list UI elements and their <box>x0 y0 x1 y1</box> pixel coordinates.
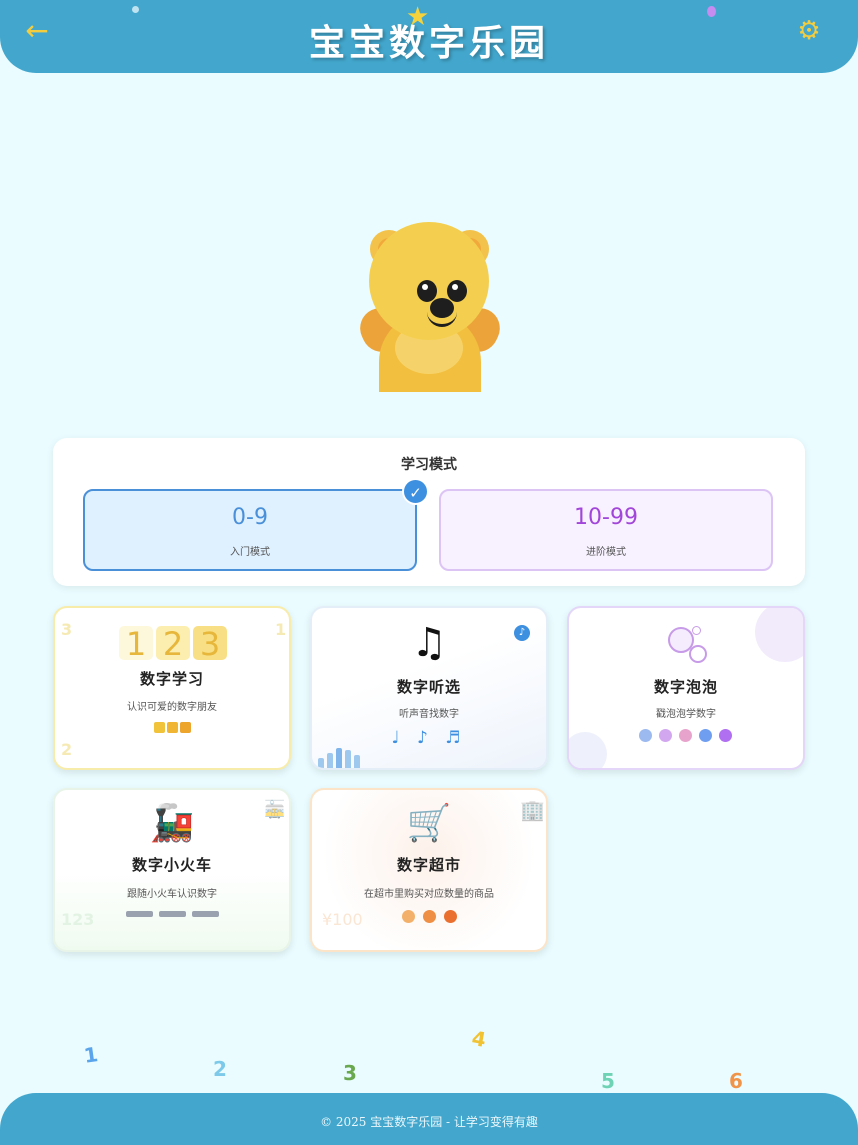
card-title: 数字超市 <box>396 856 461 874</box>
floating-number: 3 <box>343 1061 357 1085</box>
app-footer: © 2025 宝宝数字乐园 - 让学习变得有趣 <box>0 1093 858 1145</box>
sound-bar <box>336 748 342 768</box>
decor-square <box>154 722 165 733</box>
decor-square <box>167 722 178 733</box>
floating-number: 4 <box>470 1025 488 1053</box>
corner-number: 3 <box>61 620 73 639</box>
decor-dot <box>132 6 139 13</box>
corner-text: ¥100 <box>322 910 363 929</box>
app-header: ← 宝宝数字乐园 ★ ⚙ <box>0 0 858 73</box>
card-number-learning[interactable]: 3 1 2 1 2 3 数字学习 认识可爱的数字朋友 <box>53 606 291 770</box>
card-number-listen[interactable]: ♫ ♪ 数字听选 听声音找数字 ♩ ♪ ♬ <box>310 606 548 770</box>
shopping-cart-icon: 🛒 <box>406 803 452 844</box>
mode-range: 0-9 <box>232 505 268 530</box>
corner-text: 123 <box>61 910 95 929</box>
color-dot <box>719 729 732 742</box>
settings-button[interactable]: ⚙ <box>795 17 823 45</box>
mode-label: 进阶模式 <box>586 547 626 558</box>
card-title: 数字听选 <box>396 678 461 696</box>
floating-number: 1 <box>82 1042 100 1068</box>
floating-number: 6 <box>729 1069 743 1093</box>
tram-icon: 🚋 <box>264 800 286 820</box>
floating-number: 2 <box>213 1057 227 1081</box>
music-note-icon: ♫ <box>411 620 447 666</box>
number-tile: 2 <box>156 626 190 662</box>
bear-head <box>369 222 489 340</box>
price-dot <box>444 910 457 923</box>
number-tile: 1 <box>119 626 153 662</box>
building-icon: 🏢 <box>520 798 545 822</box>
card-desc: 跟随小火车认识数字 <box>127 889 217 900</box>
learning-mode-panel: 学习模式 0-9 入门模式 10-99 进阶模式 ✓ <box>53 438 805 586</box>
sound-bar <box>327 753 333 768</box>
mode-option-basic[interactable]: 0-9 入门模式 <box>83 489 417 571</box>
track-dash <box>192 911 219 917</box>
gear-icon: ⚙ <box>797 16 821 46</box>
mode-range: 10-99 <box>574 505 638 530</box>
card-desc: 认识可爱的数字朋友 <box>127 702 217 713</box>
decor-square <box>180 722 191 733</box>
card-title: 数字泡泡 <box>653 678 718 696</box>
price-dot <box>402 910 415 923</box>
sound-bar <box>318 758 324 768</box>
decor-circle <box>755 608 803 662</box>
card-number-bubbles[interactable]: 数字泡泡 戳泡泡学数字 <box>567 606 805 770</box>
mode-option-advanced[interactable]: 10-99 进阶模式 <box>439 489 773 571</box>
bear-eye <box>417 280 437 302</box>
mode-panel-title: 学习模式 <box>401 457 457 473</box>
number-tile: 3 <box>193 626 227 662</box>
footer-copyright: © 2025 宝宝数字乐园 - 让学习变得有趣 <box>320 1115 538 1129</box>
floating-number: 5 <box>601 1069 615 1093</box>
card-desc: 听声音找数字 <box>399 709 459 720</box>
bubble-icon <box>692 626 701 635</box>
color-dot <box>699 729 712 742</box>
card-title: 数字学习 <box>139 670 204 688</box>
color-dot <box>639 729 652 742</box>
card-title: 数字小火车 <box>131 856 212 874</box>
track-dash <box>126 911 153 917</box>
price-dot <box>423 910 436 923</box>
bubble-icon <box>689 645 707 663</box>
check-icon: ✓ <box>402 478 429 505</box>
card-desc: 戳泡泡学数字 <box>656 709 716 720</box>
corner-number: 1 <box>275 620 287 639</box>
card-number-market[interactable]: 🛒 🏢 数字超市 在超市里购买对应数量的商品 ¥100 <box>310 788 548 952</box>
track-dash <box>159 911 186 917</box>
bear-mouth <box>427 308 457 327</box>
train-icon: 🚂 <box>149 803 195 844</box>
bear-eye <box>447 280 467 302</box>
corner-number: 2 <box>61 740 73 759</box>
sound-bar <box>354 755 360 768</box>
card-number-train[interactable]: 🚂 🚋 数字小火车 跟随小火车认识数字 123 <box>53 788 291 952</box>
card-desc: 在超市里购买对应数量的商品 <box>364 889 494 900</box>
color-dot <box>659 729 672 742</box>
color-dot <box>679 729 692 742</box>
mode-label: 入门模式 <box>230 547 270 558</box>
sound-bar <box>345 750 351 768</box>
music-badge-icon: ♪ <box>514 625 530 641</box>
star-icon: ★ <box>406 2 430 32</box>
decor-circle <box>569 732 607 768</box>
notes-decoration: ♩ ♪ ♬ <box>391 728 467 748</box>
bear-mascot <box>353 222 507 392</box>
